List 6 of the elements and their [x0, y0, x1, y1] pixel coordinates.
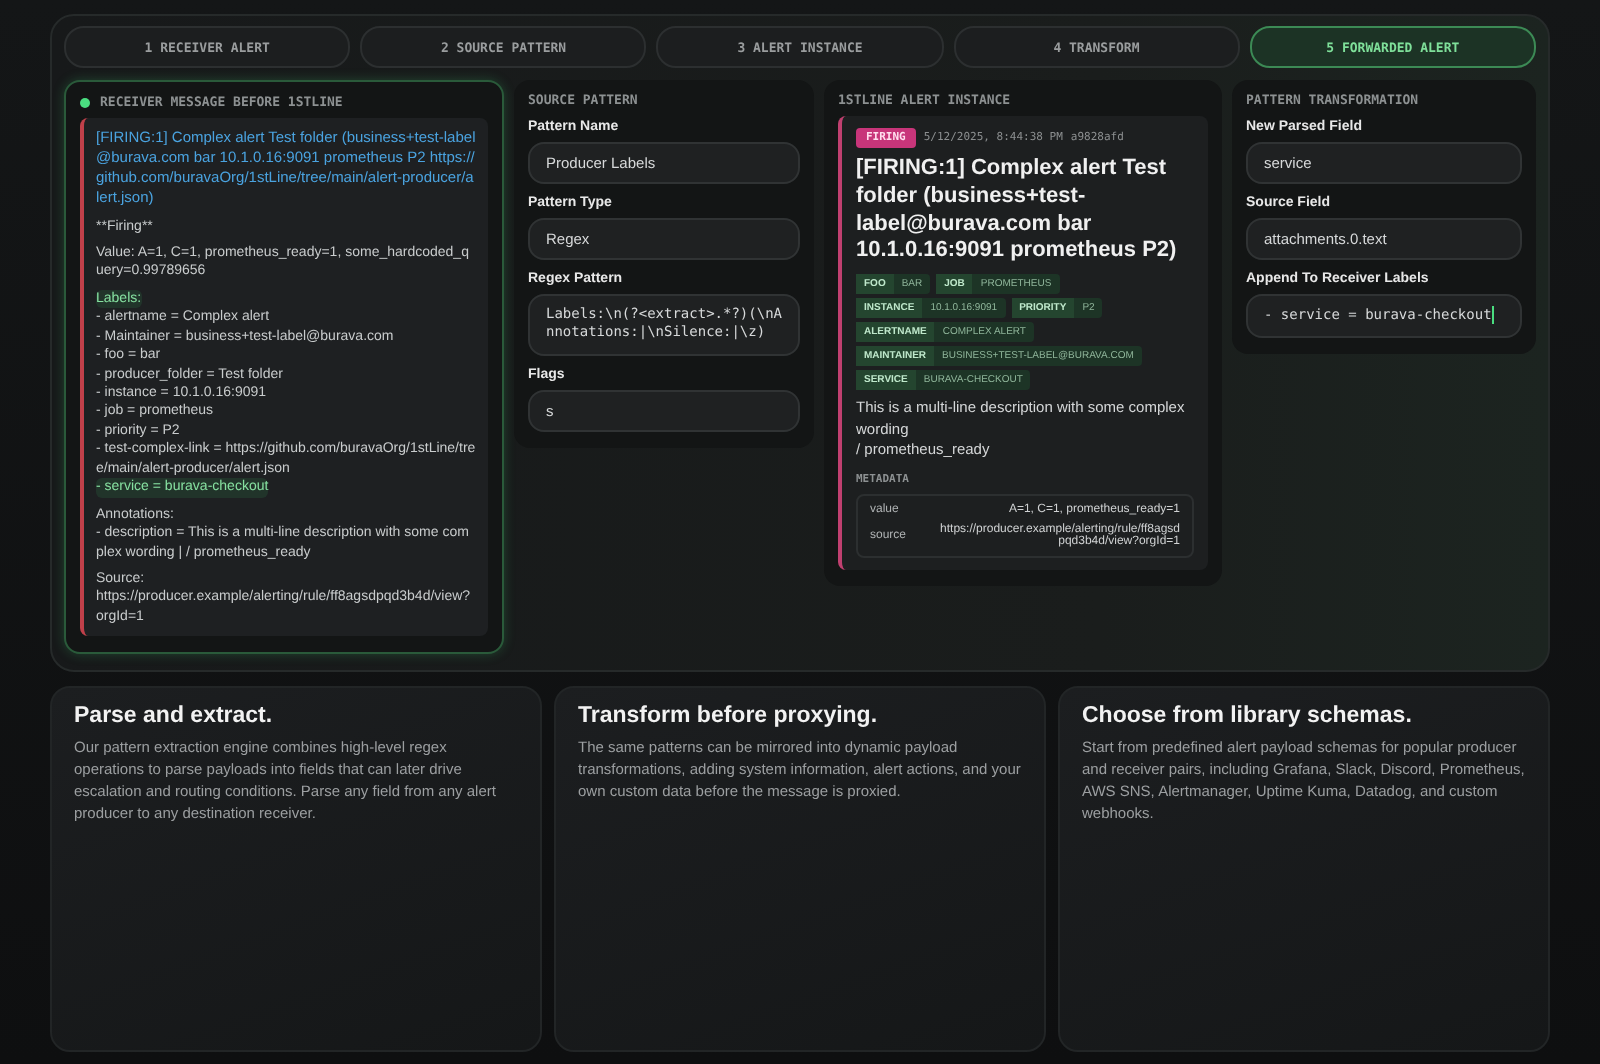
text-cursor: [1491, 306, 1494, 324]
feature-title: Choose from library schemas.: [1082, 704, 1414, 729]
feature-title: Transform before proxying.: [578, 704, 880, 729]
feature-title: Parse and extract.: [74, 704, 275, 729]
status-dot: [80, 97, 90, 107]
alert-title: [FIRING:1] Complex alert Test folder (business+test-label@burava.com bar 10.1.0.16:9091 prometheus P2): [856, 156, 1179, 266]
